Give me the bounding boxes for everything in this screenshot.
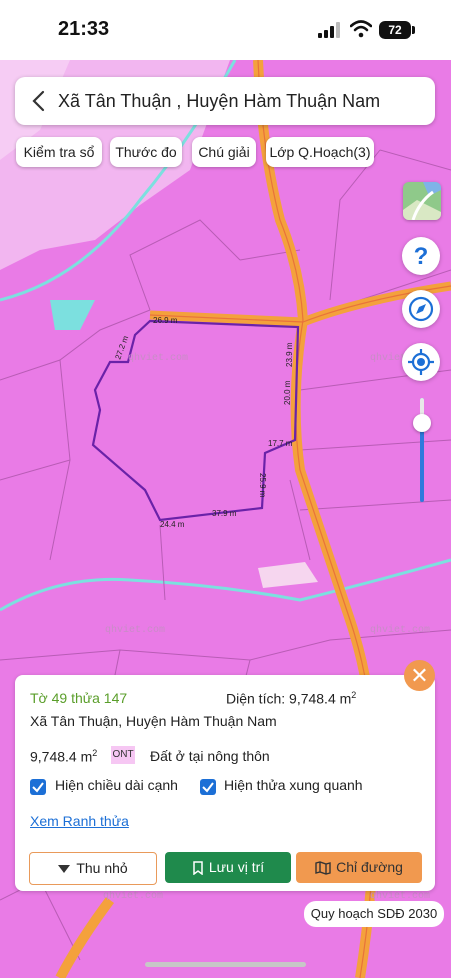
edge-label: 17.7 m (268, 439, 293, 448)
back-arrow-icon[interactable] (28, 89, 50, 113)
bookmark-icon (193, 861, 203, 876)
parcel-area-value: 9,748.4 m2 (30, 748, 98, 765)
edge-label: 24.4 m (160, 520, 185, 529)
collapse-label: Thu nhỏ (76, 860, 128, 876)
save-location-button[interactable]: Lưu vị trí (165, 852, 291, 883)
signal-icon (318, 22, 340, 38)
collapse-button[interactable]: Thu nhỏ (29, 852, 157, 885)
save-location-label: Lưu vị trí (208, 859, 265, 875)
legend-button[interactable]: Chú giải (192, 137, 256, 167)
land-code-badge: ONT (111, 746, 135, 764)
parcel-location: Xã Tân Thuận, Huyện Hàm Thuận Nam (30, 713, 277, 729)
help-icon[interactable]: ? (402, 237, 440, 275)
show-neighbors-label[interactable]: Hiện thửa xung quanh (224, 777, 363, 793)
show-edges-label[interactable]: Hiện chiều dài cạnh (55, 777, 178, 793)
directions-label: Chỉ đường (336, 859, 403, 875)
show-edges-checkbox[interactable] (30, 779, 46, 795)
show-neighbors-checkbox[interactable] (200, 779, 216, 795)
watermark: qhviet.com (105, 624, 165, 636)
parcel-area-label: Diện tích: 9,748.4 m2 (226, 690, 357, 707)
view-boundary-link[interactable]: Xem Ranh thửa (30, 813, 129, 829)
edge-label: 25.9 m (258, 473, 267, 498)
watermark: qhviet.com (370, 624, 430, 636)
edge-label: 26.9 m (153, 316, 178, 325)
location-title: Xã Tân Thuận , Huyện Hàm Thuận Nam (58, 91, 381, 111)
status-time: 21:33 (58, 18, 110, 40)
battery-indicator: 72 (379, 21, 415, 39)
directions-button[interactable]: Chỉ đường (296, 852, 422, 883)
home-indicator[interactable] (145, 962, 306, 967)
watermark: qhviet.com (128, 352, 188, 364)
planning-year-label: Quy hoạch SDĐ 2030 (304, 901, 444, 927)
close-icon[interactable]: ✕ (404, 660, 435, 691)
watermark: qhviet.com (103, 890, 163, 902)
edge-label: 37.9 m (212, 509, 237, 518)
compass-icon[interactable] (402, 290, 440, 328)
edge-label: 23.9 m (285, 342, 294, 367)
zoom-slider-handle[interactable] (413, 414, 431, 432)
measure-button[interactable]: Thước đo (110, 137, 182, 167)
edge-label: 20.0 m (283, 380, 292, 405)
wifi-icon (350, 20, 372, 38)
map-icon (315, 861, 331, 876)
planning-layer-button[interactable]: Lớp Q.Hoạch(3) (266, 137, 374, 167)
parcel-sheet-number: Tờ 49 thửa 147 (30, 690, 128, 706)
chevron-down-icon (58, 865, 71, 874)
svg-text:?: ? (414, 243, 429, 270)
map-layers-icon[interactable] (403, 182, 441, 220)
locate-icon[interactable] (402, 343, 440, 381)
land-type-description: Đất ở tại nông thôn (150, 748, 270, 764)
check-book-button[interactable]: Kiểm tra sổ (16, 137, 102, 167)
